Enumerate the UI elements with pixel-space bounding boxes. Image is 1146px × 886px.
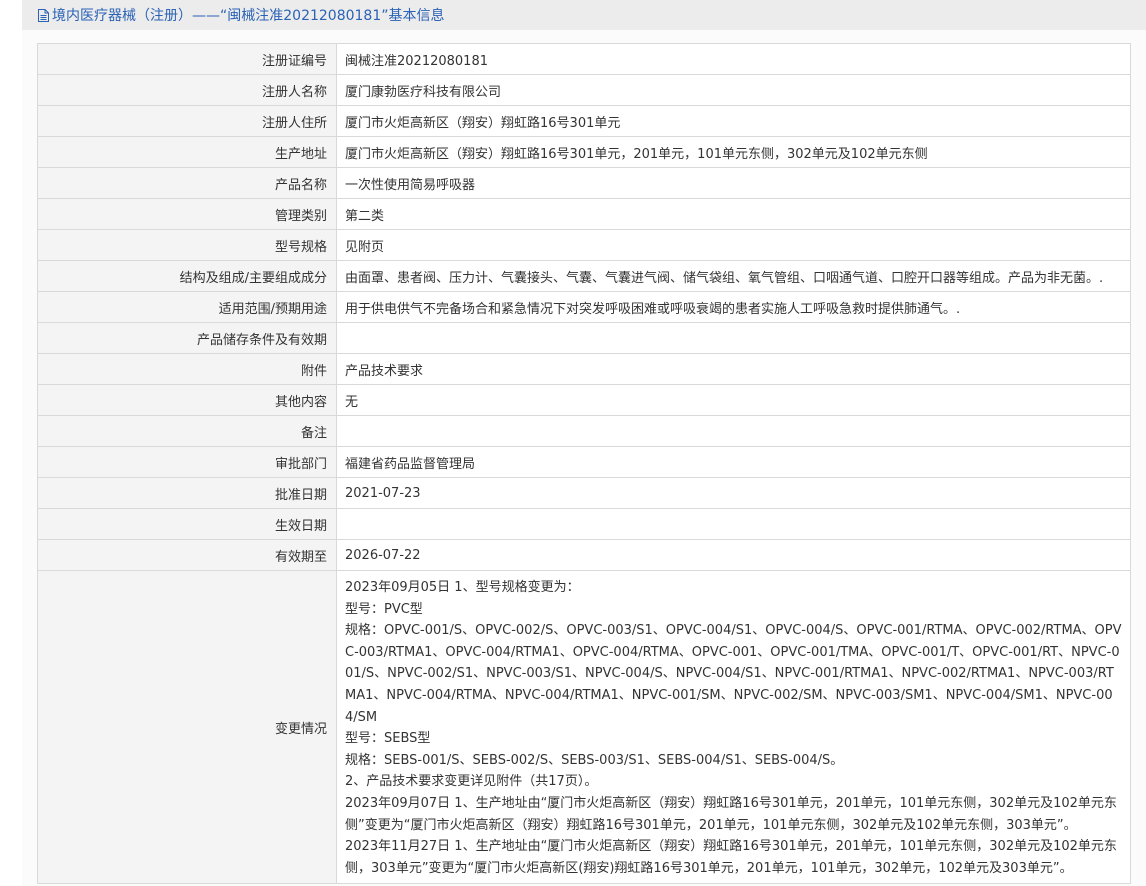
row-value: [336, 322, 1131, 354]
row-label: 生效日期: [37, 508, 337, 540]
row-label: 有效期至: [37, 539, 337, 571]
change-line: 2023年11月27日 1、生产地址由“厦门市火炬高新区（翔安）翔虹路16号30…: [345, 839, 1117, 876]
row-label: 审批部门: [37, 446, 337, 478]
row-value: [336, 415, 1131, 447]
row-label: 注册人名称: [37, 74, 337, 106]
row-value: 一次性使用简易呼吸器: [336, 167, 1131, 199]
row-value: 产品技术要求: [336, 353, 1131, 385]
row-label: 适用范围/预期用途: [37, 291, 337, 323]
row-value: 厦门康勃医疗科技有限公司: [336, 74, 1131, 106]
change-line: 型号：SEBS型: [345, 731, 431, 747]
change-line: 规格：OPVC-001/S、OPVC-002/S、OPVC-003/S1、OPV…: [345, 623, 1122, 725]
row-label: 管理类别: [37, 198, 337, 230]
panel-header: 境内医疗器械（注册）——“闽械注准20212080181”基本信息: [22, 0, 1146, 30]
table-row: 有效期至 2026-07-22: [37, 539, 1131, 571]
table-row: 产品储存条件及有效期: [37, 322, 1131, 354]
left-margin: [0, 0, 22, 886]
info-table: 注册证编号 闽械注准20212080181 注册人名称 厦门康勃医疗科技有限公司 注…: [37, 43, 1131, 885]
changes-label: 变更情况: [37, 569, 337, 885]
table-row-changes: 变更情况 2023年09月05日 1、型号规格变更为： 型号：PVC型 规格：O…: [37, 569, 1131, 885]
row-label: 其他内容: [37, 384, 337, 416]
row-label: 批准日期: [37, 477, 337, 509]
page-title: 境内医疗器械（注册）——“闽械注准20212080181”基本信息: [52, 8, 445, 24]
row-value: 厦门市火炬高新区（翔安）翔虹路16号301单元，201单元，101单元东侧，30…: [336, 136, 1131, 168]
change-line: 2023年09月05日 1、型号规格变更为：: [345, 580, 580, 595]
table-row: 适用范围/预期用途 用于供电供气不完备场合和紧急情况下对突发呼吸困难或呼吸衰竭的患…: [37, 291, 1131, 323]
change-line: 规格：SEBS-001/S、SEBS-002/S、SEBS-003/S1、SEB…: [345, 752, 844, 768]
info-table-container: 注册证编号 闽械注准20212080181 注册人名称 厦门康勃医疗科技有限公司 注…: [37, 43, 1131, 885]
row-label: 注册人住所: [37, 105, 337, 137]
row-label: 结构及组成/主要组成成分: [37, 260, 337, 292]
row-label: 型号规格: [37, 229, 337, 261]
table-row: 生产地址 厦门市火炬高新区（翔安）翔虹路16号301单元，201单元，101单元东…: [37, 136, 1131, 168]
table-row: 注册人住所 厦门市火炬高新区（翔安）翔虹路16号301单元: [37, 105, 1131, 137]
change-line: 型号：PVC型: [345, 601, 423, 617]
table-row: 生效日期: [37, 508, 1131, 540]
row-label: 注册证编号: [37, 43, 337, 75]
row-value: 2021-07-23: [336, 477, 1131, 509]
detail-panel: 境内医疗器械（注册）——“闽械注准20212080181”基本信息 注册证编号闽…: [22, 0, 1146, 886]
row-label: 备注: [37, 415, 337, 447]
table-row: 其他内容无: [37, 384, 1131, 416]
row-value: 见附页: [336, 229, 1131, 261]
row-value: 福建省药品监督管理局: [336, 446, 1131, 478]
row-value: 由面罩、患者阀、压力计、气囊接头、气囊、气囊进气阀、储气袋组、氧气管组、口咽通气…: [336, 260, 1131, 292]
table-row: 产品名称 一次性使用简易呼吸器: [37, 167, 1131, 199]
row-label: 产品储存条件及有效期: [37, 322, 337, 354]
change-line: 2023年09月07日 1、生产地址由“厦门市火炬高新区（翔安）翔虹路16号30…: [345, 795, 1117, 833]
row-value: [336, 508, 1131, 540]
table-row: 管理类别 第二类: [37, 198, 1131, 230]
changes-value: 2023年09月05日 1、型号规格变更为： 型号：PVC型 规格：OPVC-0…: [336, 569, 1131, 885]
row-value: 第二类: [336, 198, 1131, 230]
row-value: 闽械注准20212080181: [336, 43, 1131, 75]
row-label: 生产地址: [37, 136, 337, 168]
table-row: 型号规格 见附页: [37, 229, 1131, 261]
row-value: 2026-07-22: [336, 539, 1131, 571]
document-icon: [38, 8, 49, 22]
table-row: 审批部门 福建省药品监督管理局: [37, 446, 1131, 478]
table-row: 批准日期 2021-07-23: [37, 477, 1131, 509]
row-value: 厦门市火炬高新区（翔安）翔虹路16号301单元: [336, 105, 1131, 137]
row-label: 产品名称: [37, 167, 337, 199]
table-row: 结构及组成/主要组成成分 由面罩、患者阀、压力计、气囊接头、气囊、气囊进气阀、储气…: [37, 260, 1131, 292]
row-label: 附件: [37, 353, 337, 385]
row-value: 用于供电供气不完备场合和紧急情况下对突发呼吸困难或呼吸衰竭的患者实施人工呼吸急救…: [336, 291, 1131, 323]
row-value: 无: [336, 384, 1131, 416]
table-row: 注册人名称 厦门康勃医疗科技有限公司: [37, 74, 1131, 106]
change-line: 2、产品技术要求变更详见附件（共17页）。: [345, 774, 598, 790]
table-row: 附件 产品技术要求: [37, 353, 1131, 385]
table-row: 注册证编号 闽械注准20212080181: [37, 43, 1131, 75]
table-row: 备注: [37, 415, 1131, 447]
